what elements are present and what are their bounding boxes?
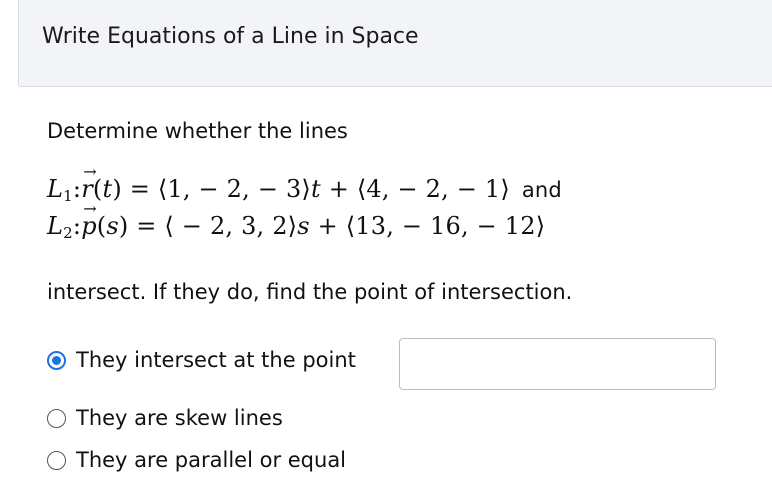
- line1-subscript: 1: [63, 187, 73, 205]
- line1-colon: :: [72, 175, 82, 203]
- line2-equation: L2:p → (s) = ⟨ − 2, 3, 2⟩s + ⟨13, − 16, − …: [47, 199, 546, 242]
- line1-paren-close: ): [112, 175, 122, 203]
- option-skew[interactable]: They are skew lines: [47, 406, 283, 430]
- intersection-point-input[interactable]: [399, 338, 716, 390]
- option-intersect-label: They intersect at the point: [76, 348, 356, 372]
- question-outro: intersect. If they do, find the point of…: [47, 280, 573, 304]
- line2-param: s: [106, 212, 119, 240]
- line2-eq-text: = ⟨ − 2, 3, 2⟩: [128, 212, 298, 240]
- line2-tail-text: + ⟨13, − 16, − 12⟩: [309, 212, 546, 240]
- line2-name: L: [47, 212, 64, 240]
- page-title: Write Equations of a Line in Space: [42, 24, 419, 49]
- line2-colon: :: [72, 212, 82, 240]
- option-skew-label: They are skew lines: [76, 406, 283, 430]
- line1-param: t: [102, 175, 113, 203]
- option-intersect[interactable]: They intersect at the point: [47, 348, 356, 372]
- line1-param-multiplier: t: [311, 175, 321, 203]
- radio-parallel[interactable]: [47, 450, 66, 470]
- line2-paren-open: (: [96, 212, 107, 240]
- vector-arrow-icon: →: [83, 162, 97, 181]
- line2-param-multiplier: s: [297, 212, 310, 240]
- line2-subscript: 2: [63, 224, 73, 242]
- vector-arrow-icon: →: [83, 199, 97, 218]
- question-intro: Determine whether the lines: [47, 119, 348, 143]
- option-parallel-label: They are parallel or equal: [76, 448, 347, 472]
- line1-eq-text: = ⟨1, − 2, − 3⟩: [121, 175, 311, 203]
- line1-name: L: [47, 175, 64, 203]
- question-header: Write Equations of a Line in Space: [18, 0, 772, 87]
- option-parallel[interactable]: They are parallel or equal: [47, 448, 346, 472]
- line1-tail-text: + ⟨4, − 2, − 1⟩: [320, 175, 510, 203]
- radio-intersect[interactable]: [47, 350, 66, 370]
- radio-skew[interactable]: [47, 408, 66, 428]
- line-joiner: and: [521, 178, 562, 202]
- line2-vector-p: p →: [81, 199, 97, 240]
- line1-equation: L1:r → (t) = ⟨1, − 2, − 3⟩t + ⟨4, − 2, − 1…: [47, 162, 562, 205]
